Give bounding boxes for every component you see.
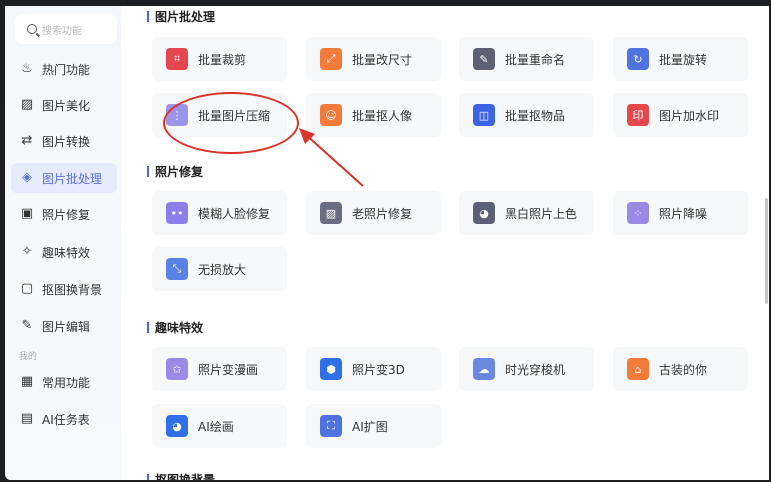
feature-card-label: 批量旋转 xyxy=(659,52,708,67)
feature-card-ancient-house[interactable]: ⌂ 古装的你 xyxy=(613,347,748,391)
feature-card-upscale[interactable]: ⤡ 无损放大 xyxy=(152,247,287,291)
app-window: 搜索功能 ♨ 热门功能 ▨ 图片美化 ⇄ 图片转换 ◈ 图片批处理 ▣ 照片修复 ✧ 趣味特效 ▢ 抠图换… xyxy=(5,6,769,480)
face-repair-icon: •• xyxy=(166,202,188,224)
document-icon: ▤ xyxy=(20,411,34,426)
search-icon xyxy=(27,24,37,34)
denoise-icon: ⁘ xyxy=(627,202,649,224)
sidebar-item-label: 常用功能 xyxy=(42,375,91,390)
portrait-cutout-icon: ☺ xyxy=(320,104,342,126)
feature-card-label: AI绘画 xyxy=(198,419,234,434)
feature-card-label: 批量裁剪 xyxy=(198,52,247,67)
feature-card-denoise[interactable]: ⁘ 照片降噪 xyxy=(613,191,748,235)
edit-image-icon: ✎ xyxy=(21,318,33,333)
section-title: 图片批处理 xyxy=(147,8,215,25)
feature-card-label: 批量抠人像 xyxy=(352,108,413,123)
object-cutout-icon: ◫ xyxy=(473,104,495,126)
comic-icon: ✩ xyxy=(166,358,188,380)
convert-icon: ⇄ xyxy=(21,133,33,148)
feature-card-resize[interactable]: ⤢ 批量改尺寸 xyxy=(306,37,441,81)
feature-card-palette[interactable]: ◕ 黑白照片上色 xyxy=(459,191,594,235)
sidebar-item-label: 热门功能 xyxy=(42,62,91,77)
feature-card-ai-paint[interactable]: ◕ AI绘画 xyxy=(152,404,287,448)
scrollbar[interactable] xyxy=(765,198,768,304)
sidebar: 搜索功能 ♨ 热门功能 ▨ 图片美化 ⇄ 图片转换 ◈ 图片批处理 ▣ 照片修复 ✧ 趣味特效 ▢ 抠图换… xyxy=(5,6,121,480)
sidebar-item-image-beauty[interactable]: ▨ 图片美化 xyxy=(11,90,117,120)
sidebar-item-label: 趣味特效 xyxy=(42,245,91,260)
fire-icon: ♨ xyxy=(21,61,33,76)
feature-card-old-photo[interactable]: ▨ 老照片修复 xyxy=(306,191,441,235)
feature-card-rename[interactable]: ✎ 批量重命名 xyxy=(459,37,594,81)
watermark-icon: 印 xyxy=(627,104,649,126)
feature-card-label: AI扩图 xyxy=(352,419,388,434)
cube-icon: ⬢ xyxy=(320,358,342,380)
upscale-icon: ⤡ xyxy=(166,258,188,280)
feature-card-label: 模糊人脸修复 xyxy=(198,206,271,221)
feature-card-label: 古装的你 xyxy=(659,362,708,377)
magic-wand-icon: ✧ xyxy=(21,244,33,259)
expand-image-icon: ⛶ xyxy=(320,415,342,437)
feature-card-label: 照片降噪 xyxy=(659,206,708,221)
sidebar-item-label: 抠图换背景 xyxy=(42,282,103,297)
sidebar-item-label: 图片美化 xyxy=(42,98,91,113)
feature-card-watermark[interactable]: 印图片加水印 xyxy=(613,93,748,137)
feature-card-time-machine[interactable]: ☁ 时光穿梭机 xyxy=(459,347,594,391)
grid-icon: ▦ xyxy=(20,374,34,389)
palette-icon: ◕ xyxy=(473,202,495,224)
search-input[interactable]: 搜索功能 xyxy=(15,14,117,44)
sidebar-item-fire[interactable]: ♨ 热门功能 xyxy=(11,54,117,84)
feature-card-label: 时光穿梭机 xyxy=(505,362,566,377)
feature-card-label: 图片加水印 xyxy=(659,108,720,123)
crop-icon: ⌗ xyxy=(166,48,188,70)
feature-card-object-cutout[interactable]: ◫ 批量抠物品 xyxy=(459,93,594,137)
feature-card-label: 黑白照片上色 xyxy=(505,206,578,221)
search-placeholder: 搜索功能 xyxy=(42,25,82,37)
feature-card-label: 批量改尺寸 xyxy=(352,52,413,67)
feature-card-comic[interactable]: ✩ 照片变漫画 xyxy=(152,347,287,391)
feature-card-label: 照片变漫画 xyxy=(198,362,259,377)
section-title: 照片修复 xyxy=(147,163,203,180)
section-title: 趣味特效 xyxy=(147,319,203,336)
batch-icon: ◈ xyxy=(22,170,32,185)
feature-card-label: 批量抠物品 xyxy=(505,108,566,123)
rename-icon: ✎ xyxy=(473,48,495,70)
sidebar-item-grid[interactable]: ▦ 常用功能 xyxy=(11,367,117,397)
sidebar-item-label: 照片修复 xyxy=(42,207,91,222)
photo-repair-icon: ▣ xyxy=(20,206,34,221)
sidebar-item-label: AI任务表 xyxy=(42,412,90,427)
rotate-icon: ↻ xyxy=(627,48,649,70)
time-machine-icon: ☁ xyxy=(473,358,495,380)
sidebar-item-document[interactable]: ▤ AI任务表 xyxy=(11,404,117,434)
annotation-arrow xyxy=(299,128,364,187)
feature-card-crop[interactable]: ⌗ 批量裁剪 xyxy=(152,37,287,81)
sidebar-item-cutout[interactable]: ▢ 抠图换背景 xyxy=(11,274,117,304)
resize-icon: ⤢ xyxy=(320,48,342,70)
highlight-ellipse-annotation xyxy=(163,92,299,154)
sidebar-item-label: 图片转换 xyxy=(42,134,91,149)
image-beauty-icon: ▨ xyxy=(20,97,34,112)
sidebar-item-photo-repair[interactable]: ▣ 照片修复 xyxy=(11,199,117,229)
sidebar-item-batch[interactable]: ◈ 图片批处理 xyxy=(11,163,117,193)
feature-card-rotate[interactable]: ↻ 批量旋转 xyxy=(613,37,748,81)
section-title: 抠图换背景 xyxy=(147,471,215,480)
ancient-house-icon: ⌂ xyxy=(627,358,649,380)
feature-card-face-repair[interactable]: •• 模糊人脸修复 xyxy=(152,191,287,235)
old-photo-icon: ▨ xyxy=(320,202,342,224)
feature-card-label: 老照片修复 xyxy=(352,206,413,221)
sidebar-item-magic-wand[interactable]: ✧ 趣味特效 xyxy=(11,237,117,267)
cutout-icon: ▢ xyxy=(20,281,34,296)
sidebar-item-convert[interactable]: ⇄ 图片转换 xyxy=(11,126,117,156)
group-label-mine: 我的 xyxy=(19,352,38,362)
sidebar-item-label: 图片编辑 xyxy=(42,319,91,334)
ai-paint-icon: ◕ xyxy=(166,415,188,437)
feature-card-cube[interactable]: ⬢ 照片变3D xyxy=(306,347,441,391)
feature-card-label: 批量重命名 xyxy=(505,52,566,67)
sidebar-item-edit-image[interactable]: ✎ 图片编辑 xyxy=(11,311,117,341)
sidebar-item-label: 图片批处理 xyxy=(42,171,103,186)
feature-card-label: 无损放大 xyxy=(198,262,247,277)
feature-card-expand-image[interactable]: ⛶ AI扩图 xyxy=(306,404,441,448)
feature-card-label: 照片变3D xyxy=(352,362,405,377)
